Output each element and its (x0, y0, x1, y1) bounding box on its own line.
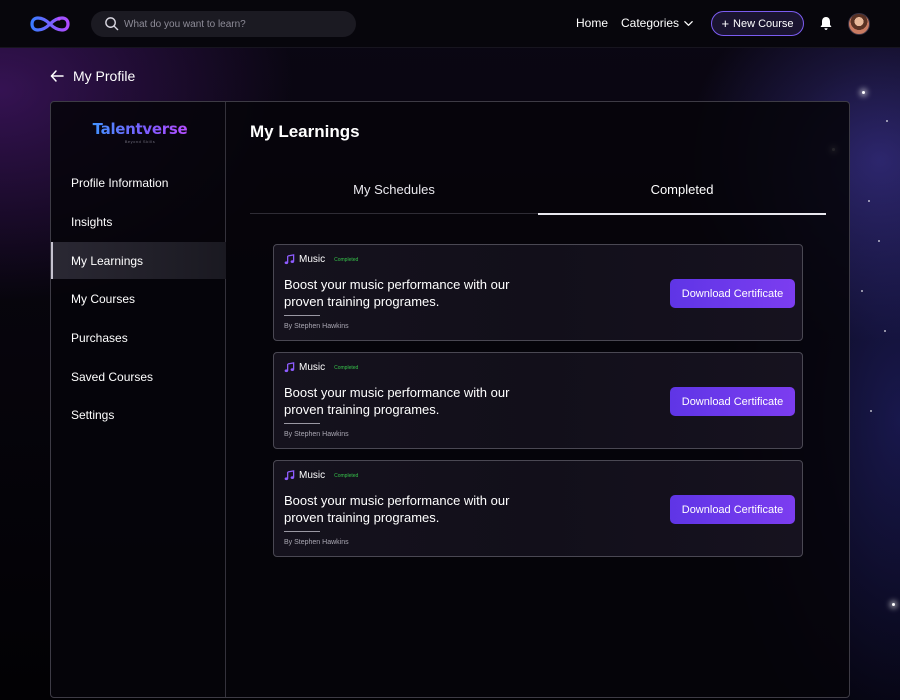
star-decoration (861, 290, 863, 292)
learning-tabs: My Schedules Completed (250, 172, 826, 215)
sidebar-item-saved-courses[interactable]: Saved Courses (51, 358, 226, 395)
title-divider (284, 531, 320, 532)
star-decoration (886, 120, 888, 122)
new-course-button[interactable]: + New Course (711, 11, 804, 36)
avatar[interactable] (848, 13, 870, 35)
course-category: Music Completed (284, 470, 358, 481)
tab-label: Completed (650, 182, 714, 197)
my-learnings-content: My Learnings My Schedules Completed Musi… (226, 102, 849, 697)
course-card: Music Completed Boost your music perform… (273, 352, 803, 449)
status-badge: Completed (334, 256, 359, 263)
download-certificate-button[interactable]: Download Certificate (670, 387, 795, 416)
chevron-down-icon (684, 20, 693, 26)
course-card: Music Completed Boost your music perform… (273, 244, 803, 341)
course-category: Music Completed (284, 362, 358, 373)
brand-logo: Talentverse Beyond Skills (85, 120, 195, 144)
sidebar-item-my-learnings[interactable]: My Learnings (51, 242, 226, 279)
nav-categories-label: Categories (621, 16, 680, 30)
tab-my-schedules[interactable]: My Schedules (250, 172, 538, 214)
sidebar-item-settings[interactable]: Settings (51, 396, 226, 433)
search-bar[interactable] (91, 11, 356, 37)
profile-panel: Talentverse Beyond Skills Profile Inform… (50, 101, 850, 698)
status-badge: Completed (334, 364, 359, 371)
title-divider (284, 315, 320, 316)
plus-icon: + (721, 16, 730, 31)
star-decoration (868, 200, 870, 202)
sidebar-item-purchases[interactable]: Purchases (51, 319, 226, 356)
sidebar-item-label: My Courses (71, 291, 136, 306)
star-decoration (862, 91, 865, 94)
profile-sidebar: Talentverse Beyond Skills Profile Inform… (51, 102, 226, 697)
course-title: Boost your music performance with our pr… (284, 277, 510, 309)
course-author: By Stephen Hawkins (284, 431, 349, 438)
status-badge: Completed (334, 472, 359, 479)
category-label: Music (299, 362, 326, 373)
sidebar-item-profile-information[interactable]: Profile Information (51, 164, 226, 201)
course-title: Boost your music performance with our pr… (284, 385, 510, 417)
new-course-label: New Course (733, 17, 794, 30)
course-author: By Stephen Hawkins (284, 539, 349, 546)
star-decoration (878, 240, 880, 242)
star-decoration (884, 330, 886, 332)
top-navigation-bar: Home Categories + New Course (0, 0, 900, 48)
music-note-icon (284, 254, 295, 265)
sidebar-item-insights[interactable]: Insights (51, 203, 226, 240)
course-category: Music Completed (284, 254, 358, 265)
search-icon (105, 17, 119, 31)
course-author: By Stephen Hawkins (284, 323, 349, 330)
arrow-left-icon (50, 70, 64, 82)
category-label: Music (299, 470, 326, 481)
title-divider (284, 423, 320, 424)
tab-label: My Schedules (353, 182, 435, 197)
music-note-icon (284, 470, 295, 481)
course-card: Music Completed Boost your music perform… (273, 460, 803, 557)
star-decoration (892, 603, 895, 606)
course-title: Boost your music performance with our pr… (284, 493, 510, 525)
download-certificate-button[interactable]: Download Certificate (670, 495, 795, 524)
nav-home-link[interactable]: Home (576, 16, 608, 30)
category-label: Music (299, 254, 326, 265)
sidebar-item-label: Profile Information (71, 175, 169, 190)
star-decoration (870, 410, 872, 412)
sidebar-item-my-courses[interactable]: My Courses (51, 280, 226, 317)
download-certificate-button[interactable]: Download Certificate (670, 279, 795, 308)
sidebar-item-label: Insights (71, 214, 113, 229)
back-navigation[interactable]: My Profile (50, 68, 135, 84)
page-title: My Profile (73, 68, 136, 84)
brand-name: Talentverse (85, 120, 195, 138)
infinity-logo-icon[interactable] (28, 10, 72, 38)
tab-completed[interactable]: Completed (538, 172, 826, 215)
search-input[interactable] (124, 14, 346, 34)
bell-icon[interactable] (819, 16, 833, 31)
music-note-icon (284, 362, 295, 373)
sidebar-item-label: Purchases (71, 330, 128, 345)
sidebar-item-label: Saved Courses (71, 369, 154, 384)
section-title: My Learnings (250, 122, 360, 141)
sidebar-item-label: Settings (71, 407, 115, 422)
sidebar-item-label: My Learnings (71, 253, 144, 268)
brand-tagline: Beyond Skills (124, 139, 156, 144)
nav-categories-dropdown[interactable]: Categories (621, 16, 694, 30)
